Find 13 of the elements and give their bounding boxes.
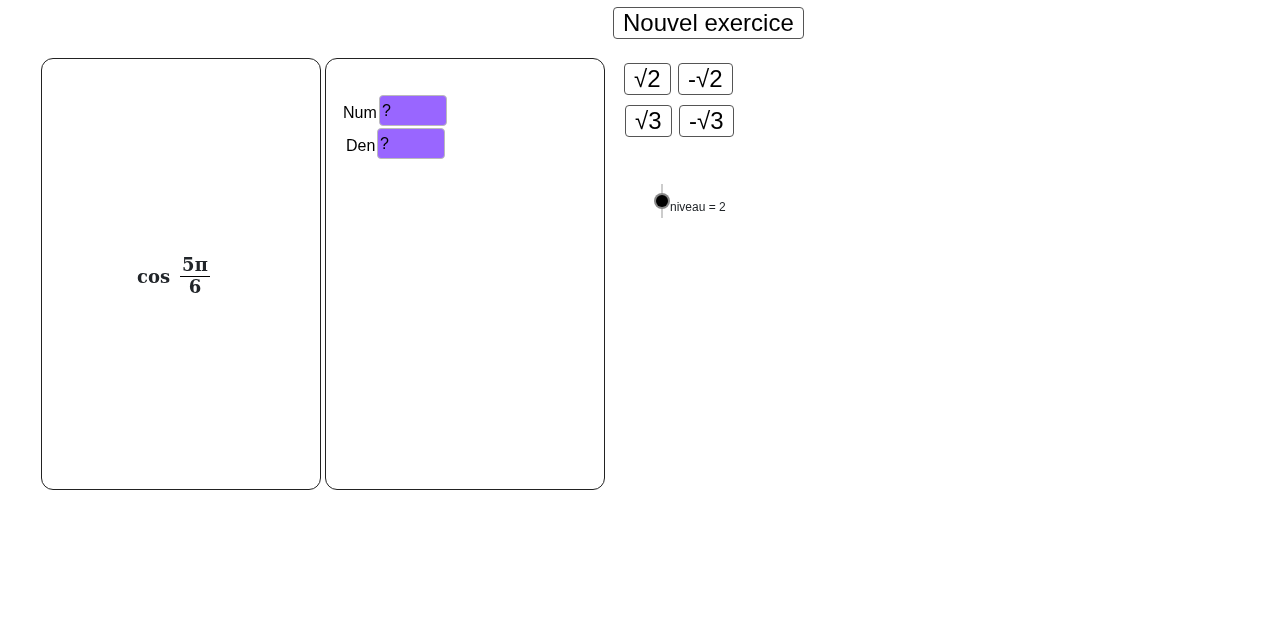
fraction: 5π 6 (180, 255, 210, 298)
root-button[interactable]: -√3 (679, 105, 734, 137)
input-field[interactable]: ? (379, 95, 447, 126)
point-label: niveau = 2 (670, 199, 726, 216)
root-button[interactable]: √2 (624, 63, 671, 95)
new-exercise-button[interactable]: Nouvel exercice (613, 7, 804, 39)
root-button[interactable]: -√2 (678, 63, 733, 95)
input-field[interactable]: ? (377, 128, 445, 159)
root-button[interactable]: √3 (625, 105, 672, 137)
field-label: Num (343, 103, 377, 123)
field-label: Den (346, 136, 376, 156)
point-icon[interactable] (652, 184, 672, 218)
function-name: cos (137, 264, 171, 289)
